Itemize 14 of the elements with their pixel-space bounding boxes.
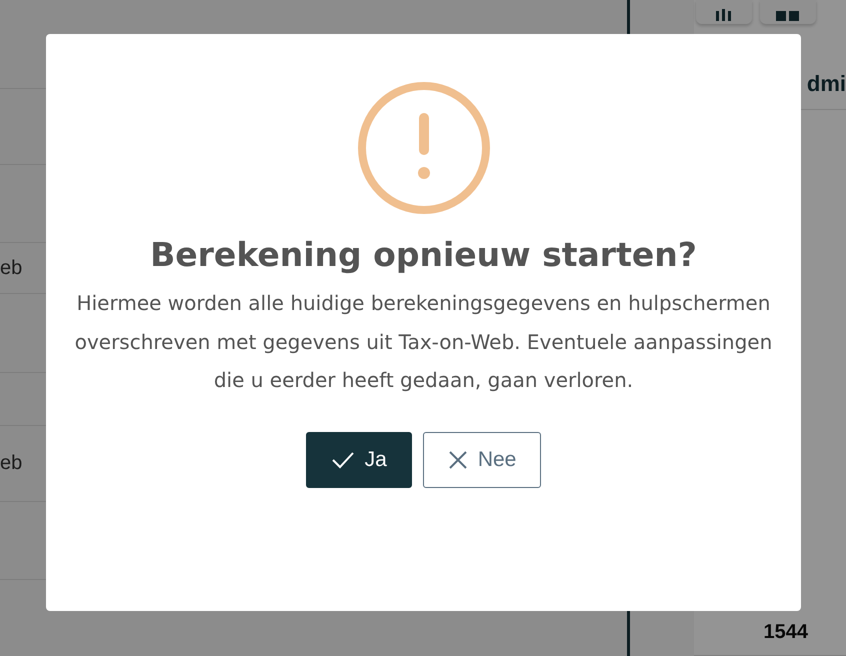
table-cell: eb: [0, 256, 22, 280]
check-icon: [330, 450, 355, 468]
dialog-title: Berekening opnieuw starten?: [150, 235, 697, 274]
yes-button[interactable]: Ja: [306, 432, 412, 488]
dialog-message: Hiermee worden alle huidige berekeningsgegevens en hulpschermen overschreven met gegevens uit Tax-on-Web. Eventuele aanpassingen die u eerder heeft gedaan, gaan verloren.: [74, 290, 774, 394]
table-cell: 1544: [764, 620, 808, 644]
table-cell: eb: [0, 452, 22, 475]
filter-button[interactable]: [696, 0, 752, 24]
warning-icon: [356, 81, 490, 215]
sliders-icon: [714, 9, 734, 21]
columns-icon: [776, 11, 800, 21]
no-button[interactable]: Nee: [422, 432, 542, 488]
close-icon: [448, 450, 468, 470]
columns-button[interactable]: [760, 0, 816, 24]
